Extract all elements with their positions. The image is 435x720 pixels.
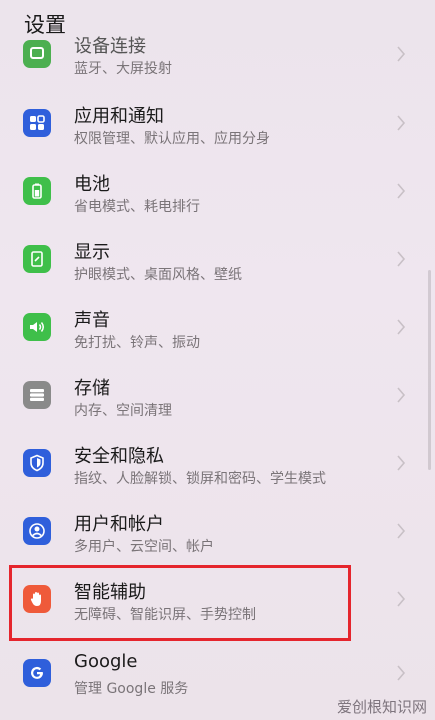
chevron-right-icon: [396, 251, 406, 267]
battery-icon: [23, 177, 51, 205]
highlight-annotation-box: [9, 565, 351, 641]
settings-item-title: 存储: [74, 378, 110, 399]
settings-item-title: 安全和隐私: [74, 446, 164, 467]
settings-item-subtitle: 蓝牙、大屏投射: [74, 61, 172, 77]
settings-item-title: Google: [74, 651, 138, 672]
apps-grid-icon: [23, 109, 51, 137]
chevron-right-icon: [396, 665, 406, 681]
scrollbar[interactable]: [428, 270, 431, 470]
settings-item-subtitle: 免打扰、铃声、振动: [74, 335, 200, 351]
settings-item-subtitle: 多用户、云空间、帐户: [74, 539, 214, 555]
chevron-right-icon: [396, 523, 406, 539]
settings-item-security-privacy[interactable]: 安全和隐私 指纹、人脸解锁、锁屏和密码、学生模式: [0, 430, 420, 498]
settings-item-subtitle: 管理 Google 服务: [74, 681, 189, 697]
settings-list: 设置 设备连接 蓝牙、大屏投射 应用和通知 权限管理、默认应用、应用分身 电池 …: [0, 0, 435, 720]
settings-item-subtitle: 内存、空间清理: [74, 403, 172, 419]
chevron-right-icon: [396, 115, 406, 131]
settings-item-title: 声音: [74, 310, 110, 331]
user-icon: [23, 517, 51, 545]
chevron-right-icon: [396, 46, 406, 62]
page-title: 设置: [24, 13, 66, 37]
settings-item-subtitle: 权限管理、默认应用、应用分身: [74, 131, 270, 147]
settings-item-storage[interactable]: 存储 内存、空间清理: [0, 362, 420, 430]
shield-icon: [23, 449, 51, 477]
settings-item-subtitle: 护眼模式、桌面风格、壁纸: [74, 267, 242, 283]
storage-icon: [23, 381, 51, 409]
settings-item-title: 用户和帐户: [74, 514, 164, 535]
display-icon: [23, 245, 51, 273]
settings-item-apps-notifications[interactable]: 应用和通知 权限管理、默认应用、应用分身: [0, 90, 420, 158]
settings-item-subtitle: 指纹、人脸解锁、锁屏和密码、学生模式: [74, 471, 326, 487]
chevron-right-icon: [396, 387, 406, 403]
chevron-right-icon: [396, 183, 406, 199]
speaker-icon: [23, 313, 51, 341]
settings-item-title: 显示: [74, 242, 110, 263]
settings-item-title: 应用和通知: [74, 106, 164, 127]
chevron-right-icon: [396, 319, 406, 335]
settings-item-subtitle: 省电模式、耗电排行: [74, 199, 200, 215]
settings-item-sound[interactable]: 声音 免打扰、铃声、振动: [0, 294, 420, 362]
settings-item-users-accounts[interactable]: 用户和帐户 多用户、云空间、帐户: [0, 498, 420, 566]
google-icon: [23, 659, 51, 687]
settings-item-battery[interactable]: 电池 省电模式、耗电排行: [0, 158, 420, 226]
settings-item-title: 设备连接: [74, 36, 146, 57]
device-connection-icon: [23, 40, 51, 68]
settings-item-title: 电池: [74, 174, 110, 195]
watermark-text: 爱创根知识网: [336, 698, 427, 716]
settings-item-display[interactable]: 显示 护眼模式、桌面风格、壁纸: [0, 226, 420, 294]
chevron-right-icon: [396, 455, 406, 471]
chevron-right-icon: [396, 591, 406, 607]
